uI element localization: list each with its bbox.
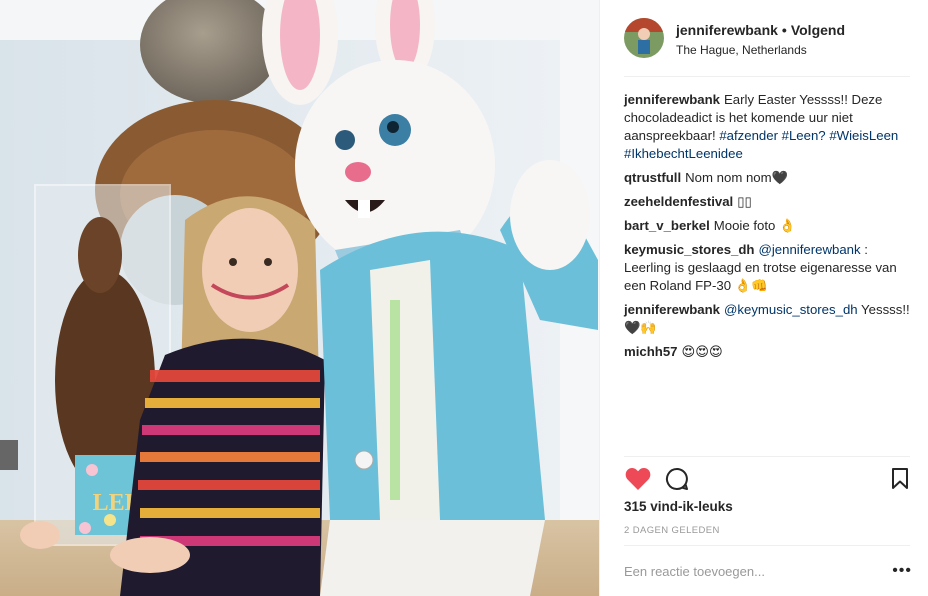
like-button[interactable] <box>624 465 652 493</box>
comment-button[interactable] <box>663 465 691 493</box>
post-side-panel: jenniferewbank • Volgend The Hague, Nether… <box>599 0 928 596</box>
comment-item: bart_v_berkel Mooie foto 👌 <box>624 217 914 235</box>
likes-count[interactable]: 315 vind-ik-leuks <box>624 499 733 514</box>
comment-item: qtrustfull Nom nom nom🖤 <box>624 169 914 187</box>
heart-icon <box>625 468 651 490</box>
hashtag-link[interactable]: #IkhebechtLeenidee <box>624 146 743 161</box>
photo-illustration: LEEM <box>0 0 599 596</box>
post-username[interactable]: jenniferewbank <box>676 22 778 38</box>
mention-link[interactable]: @keymusic_stores_dh <box>724 302 858 317</box>
divider <box>624 76 910 77</box>
avatar-image <box>624 18 664 58</box>
action-bar <box>624 465 914 493</box>
more-options-icon[interactable]: ••• <box>892 546 912 596</box>
comment-username[interactable]: jenniferewbank <box>624 302 720 317</box>
comment-username[interactable]: qtrustfull <box>624 170 681 185</box>
comment-username[interactable]: keymusic_stores_dh <box>624 242 754 257</box>
hashtag-link[interactable]: #afzender <box>719 128 778 143</box>
comment-text: Nom nom nom🖤 <box>685 170 789 185</box>
bookmark-icon <box>892 468 908 489</box>
comment-username[interactable]: michh57 <box>624 344 678 359</box>
hashtag-link[interactable]: #Leen? <box>782 128 826 143</box>
mention-link[interactable]: @jenniferewbank <box>758 242 860 257</box>
post-location[interactable]: The Hague, Netherlands <box>676 41 845 59</box>
post-timestamp[interactable]: 2 DAGEN GELEDEN <box>624 525 720 536</box>
comments-list: jenniferewbank Early Easter Yessss!! Deze… <box>624 91 914 367</box>
comment-bubble-icon <box>665 467 688 490</box>
save-button[interactable] <box>886 465 914 493</box>
comment-item: michh57 😍😍😍 <box>624 343 914 361</box>
comment-username[interactable]: zeeheldenfestival <box>624 194 733 209</box>
comment-username[interactable]: bart_v_berkel <box>624 218 710 233</box>
instagram-post: LEEM jenniferewbank • Volgend The Hague,… <box>0 0 928 596</box>
comment-item: zeeheldenfestival ▯▯ <box>624 193 914 211</box>
follow-button[interactable]: Volgend <box>791 22 845 38</box>
divider <box>624 456 910 457</box>
avatar[interactable] <box>624 18 664 58</box>
comment-item: keymusic_stores_dh @jenniferewbank : Leer… <box>624 241 914 295</box>
comment-item: jenniferewbank Early Easter Yessss!! Deze… <box>624 91 914 163</box>
separator-dot: • <box>781 22 787 38</box>
comment-input[interactable] <box>624 563 884 579</box>
comment-form: ••• <box>624 546 914 596</box>
post-header: jenniferewbank • Volgend The Hague, Nether… <box>600 0 928 78</box>
comment-text: ▯▯ <box>737 194 752 209</box>
comment-item: jenniferewbank @keymusic_stores_dh Yessss… <box>624 301 914 337</box>
hashtag-link[interactable]: #WieisLeen <box>829 128 898 143</box>
comment-username[interactable]: jenniferewbank <box>624 92 720 107</box>
post-photo[interactable]: LEEM <box>0 0 599 596</box>
comment-text: 😍😍😍 <box>681 344 723 359</box>
comment-text: Mooie foto 👌 <box>713 218 796 233</box>
